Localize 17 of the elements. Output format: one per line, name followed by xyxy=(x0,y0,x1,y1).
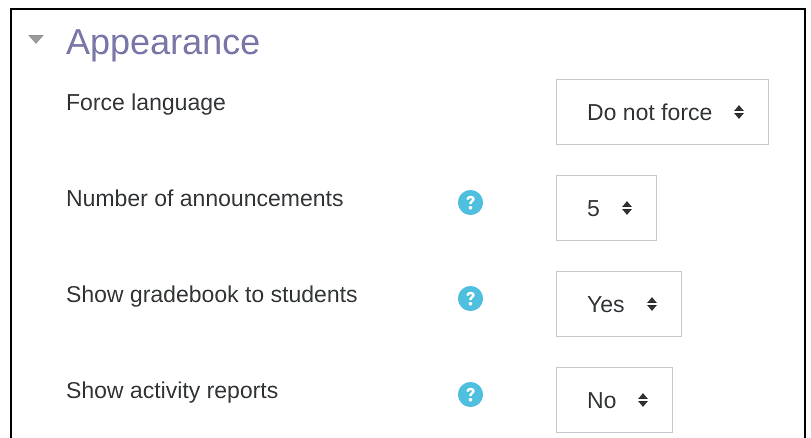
dropdown-select[interactable]: Yes xyxy=(556,271,682,337)
section-title[interactable]: Appearance xyxy=(66,21,260,63)
field-label: Show gradebook to students xyxy=(66,280,359,309)
sort-caret-icon xyxy=(622,201,632,215)
field-label: Force language xyxy=(66,88,227,117)
field-label: Number of announcements xyxy=(66,184,344,213)
help-icon[interactable] xyxy=(458,190,483,215)
help-icon[interactable] xyxy=(458,286,483,311)
dropdown-select[interactable]: Do not force xyxy=(556,79,770,145)
sort-caret-icon xyxy=(638,393,648,407)
collapse-triangle-icon[interactable] xyxy=(28,34,44,44)
sort-caret-icon xyxy=(646,297,657,311)
sort-caret-icon xyxy=(734,105,744,119)
help-icon[interactable] xyxy=(458,382,483,407)
field-label: Show activity reports xyxy=(66,376,280,405)
dropdown-select[interactable]: No xyxy=(556,367,674,433)
dropdown-select[interactable]: 5 xyxy=(556,175,657,241)
